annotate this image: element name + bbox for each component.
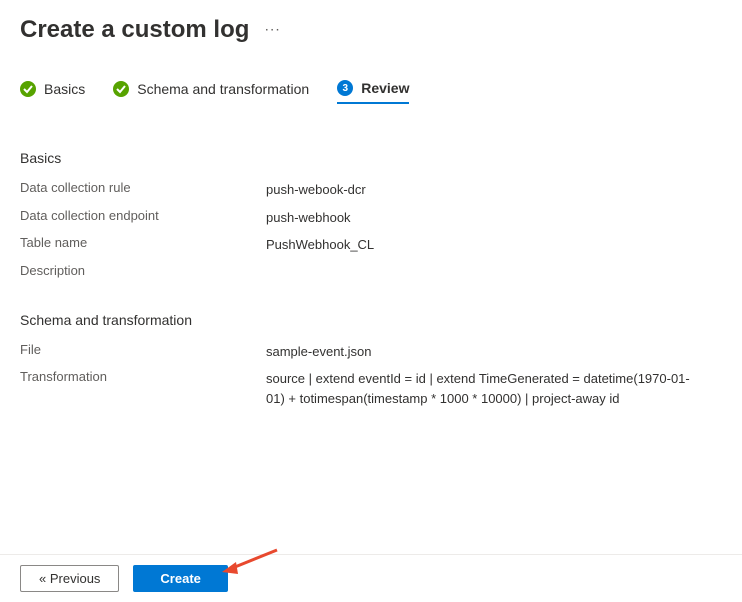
- row-label: Table name: [20, 235, 266, 255]
- page-title-text: Create a custom log: [20, 16, 249, 44]
- step-label: Basics: [44, 81, 85, 97]
- step-schema-transformation[interactable]: Schema and transformation: [113, 81, 309, 103]
- row-label: Description: [20, 263, 266, 278]
- review-sections: Basics Data collection rule push-webook-…: [0, 112, 742, 436]
- step-review[interactable]: 3 Review: [337, 80, 409, 104]
- step-basics[interactable]: Basics: [20, 81, 85, 103]
- row-description: Description: [20, 263, 722, 278]
- row-value: source | extend eventId = id | extend Ti…: [266, 369, 706, 408]
- check-icon: [113, 81, 129, 97]
- row-label: Data collection rule: [20, 180, 266, 200]
- row-data-collection-endpoint: Data collection endpoint push-webhook: [20, 208, 722, 228]
- step-number-icon: 3: [337, 80, 353, 96]
- row-value: sample-event.json: [266, 342, 372, 362]
- row-value: PushWebhook_CL: [266, 235, 374, 255]
- wizard-footer: « Previous Create: [0, 554, 742, 602]
- row-table-name: Table name PushWebhook_CL: [20, 235, 722, 255]
- row-label: Data collection endpoint: [20, 208, 266, 228]
- create-button[interactable]: Create: [133, 565, 227, 592]
- row-value: push-webook-dcr: [266, 180, 366, 200]
- check-icon: [20, 81, 36, 97]
- page-title: Create a custom log ···: [0, 0, 742, 52]
- row-file: File sample-event.json: [20, 342, 722, 362]
- row-value: push-webhook: [266, 208, 351, 228]
- step-label: Schema and transformation: [137, 81, 309, 97]
- wizard-steps: Basics Schema and transformation 3 Revie…: [0, 52, 742, 112]
- row-label: File: [20, 342, 266, 362]
- section-title-basics: Basics: [20, 150, 722, 166]
- row-transformation: Transformation source | extend eventId =…: [20, 369, 722, 408]
- row-label: Transformation: [20, 369, 266, 408]
- more-icon[interactable]: ···: [265, 25, 281, 36]
- section-title-schema: Schema and transformation: [20, 312, 722, 328]
- step-label: Review: [361, 80, 409, 96]
- previous-button[interactable]: « Previous: [20, 565, 119, 592]
- row-data-collection-rule: Data collection rule push-webook-dcr: [20, 180, 722, 200]
